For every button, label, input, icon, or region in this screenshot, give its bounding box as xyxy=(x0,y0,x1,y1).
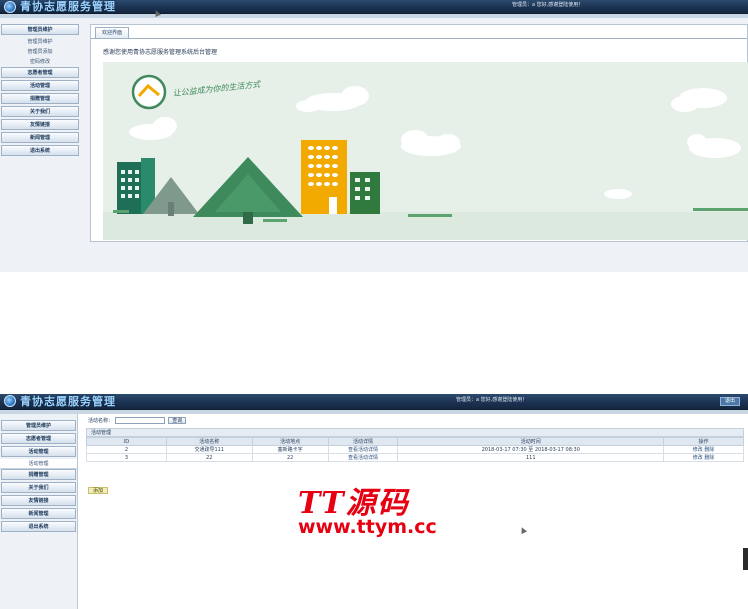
cell-time: 111 xyxy=(397,453,665,462)
sidebar-item-news[interactable]: 新闻管理 xyxy=(1,508,76,519)
table-row: 2 交通疏导111 塞新路卡字 查看活动详情 2018-03-17 07:30 … xyxy=(86,445,744,454)
query-button[interactable]: 查询 xyxy=(168,417,187,424)
sidebar: 管理员维护 管理员维护 管理员添加 密码修改 志愿者管理 活动管理 捐赠管理 关… xyxy=(0,18,80,272)
main-panel: 活动名称： 查询 活动管理 ID 活动名称 活动地点 活动详情 活动时间 操作 … xyxy=(82,414,748,609)
green-building-icon xyxy=(117,158,155,214)
activity-table: ID 活动名称 活动地点 活动详情 活动时间 操作 2 交通疏导111 塞新路卡… xyxy=(86,437,744,462)
green-tower-icon xyxy=(350,172,380,214)
table-header-row: ID 活动名称 活动地点 活动详情 活动时间 操作 xyxy=(86,437,744,446)
view-detail-link[interactable]: 查看活动详情 xyxy=(327,453,399,462)
volunteer-logo-icon xyxy=(131,74,167,110)
cell-name: 22 xyxy=(165,453,253,462)
app-title: 青协志愿服务管理 xyxy=(20,395,116,408)
sidebar-item-volunteer[interactable]: 志愿者管理 xyxy=(1,433,76,444)
add-activity-button[interactable]: 添加 xyxy=(88,487,109,494)
edit-delete-links[interactable]: 修改 删除 xyxy=(663,453,744,462)
sidebar-menu: 管理员维护 志愿者管理 活动管理 活动管理 捐赠管理 关于我们 友情链接 新闻管… xyxy=(0,414,77,532)
view-detail-link[interactable]: 查看活动详情 xyxy=(327,445,399,454)
sidebar-item-about[interactable]: 关于我们 xyxy=(1,106,79,117)
sidebar-item-donation[interactable]: 捐赠管理 xyxy=(1,93,79,104)
sidebar-item-volunteer[interactable]: 志愿者管理 xyxy=(1,67,79,78)
sidebar-item-about[interactable]: 关于我们 xyxy=(1,482,76,493)
tab-divider xyxy=(91,38,747,39)
main-panel: 欢迎界面 感谢您使用青协志愿服务管理系统后台管理 让公益成为你的生活方式 xyxy=(90,24,748,242)
user-info: 管理员：a 您好,感谢登陆使用！ xyxy=(512,2,584,8)
column-header-detail: 活动详情 xyxy=(327,437,399,446)
sidebar-subitem-admin-maintain[interactable]: 管理员维护 xyxy=(0,37,80,47)
search-bar: 活动名称： 查询 xyxy=(88,416,187,426)
welcome-banner: 让公益成为你的生活方式 xyxy=(103,62,748,240)
user-info: 管理员：a 您好,感谢登陆使用！ xyxy=(456,397,528,403)
sidebar-item-activity[interactable]: 活动管理 xyxy=(1,446,76,457)
column-header-name: 活动名称 xyxy=(165,437,253,446)
sidebar: 管理员维护 志愿者管理 活动管理 活动管理 捐赠管理 关于我们 友情链接 新闻管… xyxy=(0,414,78,609)
activity-name-input[interactable] xyxy=(114,417,165,424)
header-bar: 青协志愿服务管理 管理员：a 您好,感谢登陆使用！ 退出 xyxy=(0,394,748,410)
sidebar-item-activity[interactable]: 活动管理 xyxy=(1,80,79,91)
column-header-location: 活动地点 xyxy=(251,437,329,446)
sidebar-item-logout[interactable]: 退出系统 xyxy=(1,521,76,532)
search-label: 活动名称： xyxy=(88,418,114,424)
scrollbar-thumb[interactable] xyxy=(743,548,748,570)
cell-id: 3 xyxy=(86,453,167,462)
cell-time: 2018-03-17 07:30 至 2018-03-17 08:30 xyxy=(397,445,665,454)
edit-delete-links[interactable]: 修改 删除 xyxy=(663,445,744,454)
sidebar-subitem-activity-manage[interactable]: 活动管理 xyxy=(0,459,77,469)
yellow-building-icon xyxy=(301,140,347,214)
sidebar-item-news[interactable]: 新闻管理 xyxy=(1,132,79,143)
globe-logo-icon xyxy=(4,1,16,13)
sidebar-subitem-admin-add[interactable]: 管理员添加 xyxy=(0,47,80,57)
welcome-text: 感谢您使用青协志愿服务管理系统后台管理 xyxy=(103,49,218,56)
section-title: 活动管理 xyxy=(86,428,744,437)
table-row: 3 22 22 查看活动详情 111 修改 删除 xyxy=(86,453,744,462)
header-bar: 青协志愿服务管理 管理员：a 您好,感谢登陆使用！ xyxy=(0,0,748,14)
banner-illustration: 让公益成为你的生活方式 xyxy=(103,62,748,240)
sidebar-item-donation[interactable]: 捐赠管理 xyxy=(1,469,76,480)
sidebar-item-logout[interactable]: 退出系统 xyxy=(1,145,79,156)
app-title: 青协志愿服务管理 xyxy=(20,0,116,13)
watermark-url: www.ttym.cc xyxy=(298,516,437,538)
cell-id: 2 xyxy=(86,445,167,454)
tab-welcome[interactable]: 欢迎界面 xyxy=(95,27,130,38)
sidebar-menu: 管理员维护 管理员维护 管理员添加 密码修改 志愿者管理 活动管理 捐赠管理 关… xyxy=(0,18,80,156)
sidebar-item-links[interactable]: 友情链接 xyxy=(1,495,76,506)
screenshot-welcome-page: 青协志愿服务管理 管理员：a 您好,感谢登陆使用！ 管理员维护 管理员维护 管理… xyxy=(0,0,748,272)
logout-button[interactable]: 退出 xyxy=(719,397,740,406)
cell-location: 塞新路卡字 xyxy=(251,445,329,454)
cell-location: 22 xyxy=(251,453,329,462)
sidebar-item-admin[interactable]: 管理员维护 xyxy=(1,420,76,431)
cell-name: 交通疏导111 xyxy=(165,445,253,454)
header-divider xyxy=(0,14,748,18)
sidebar-item-admin[interactable]: 管理员维护 xyxy=(1,24,79,35)
column-header-id: ID xyxy=(86,437,167,446)
globe-logo-icon xyxy=(4,395,16,407)
column-header-time: 活动时间 xyxy=(397,437,665,446)
column-header-actions: 操作 xyxy=(663,437,744,446)
sidebar-subitem-password[interactable]: 密码修改 xyxy=(0,57,80,67)
sidebar-item-links[interactable]: 友情链接 xyxy=(1,119,79,130)
